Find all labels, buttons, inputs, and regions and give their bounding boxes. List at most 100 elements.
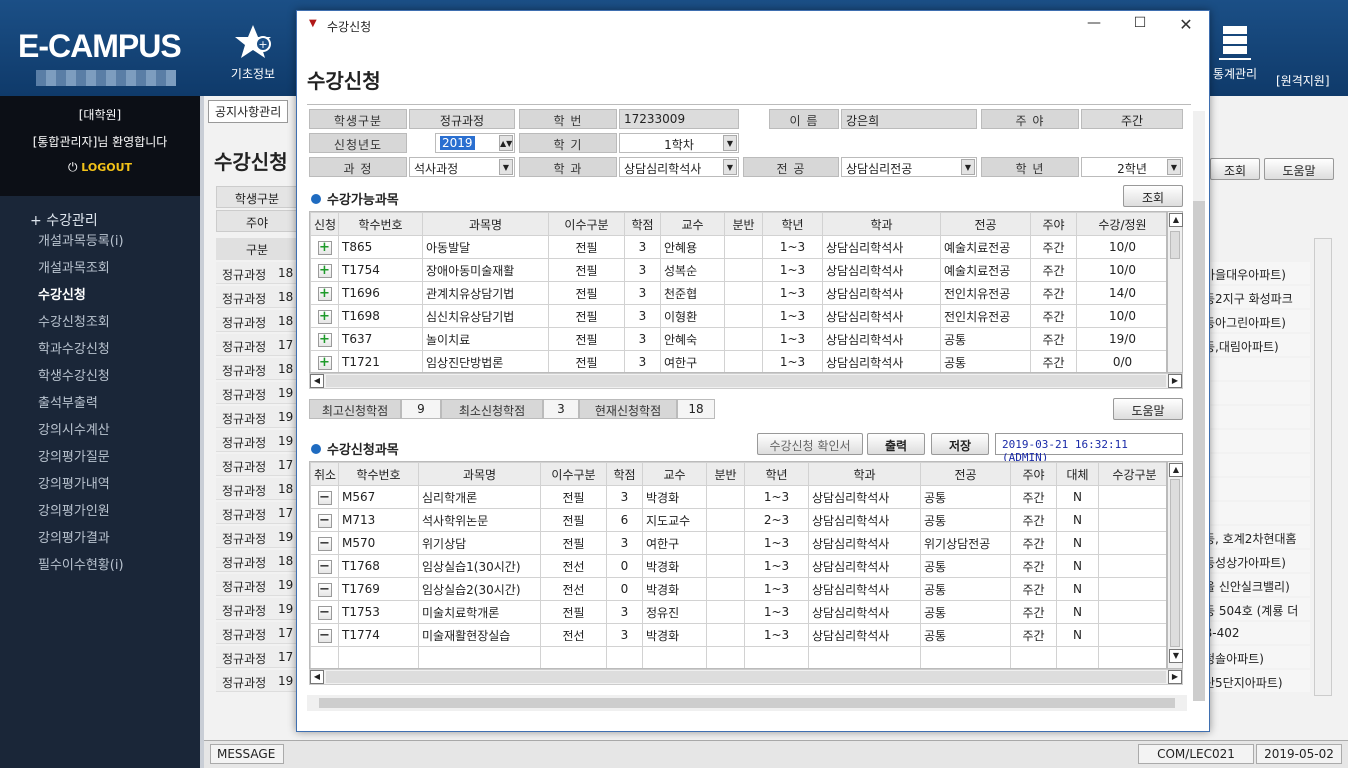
table-row[interactable]: + T1696 관계치유상담기법 전필 3 천준협 1~3 상담심리학석사 전인치유전공 주간 14… [310,281,1166,305]
dialog-hscroll[interactable] [307,695,1187,711]
add-course-icon[interactable]: + [317,286,332,301]
scroll-up-icon[interactable]: ▲ [1169,213,1183,227]
column-header[interactable]: 학년 [744,462,809,486]
column-header[interactable]: 수강구분 [1098,462,1166,486]
scroll-up-icon[interactable]: ▲ [1169,463,1183,477]
scroll-right-icon[interactable]: ▶ [1168,670,1182,684]
scroll-right-icon[interactable]: ▶ [1168,374,1182,388]
table-row[interactable]: + T1698 심신치유상담기법 전필 3 이형환 1~3 상담심리학석사 전인치유전공 주간 10… [310,304,1166,328]
column-header[interactable]: 분반 [724,212,763,236]
course-select[interactable]: 석사과정 ▼ [409,157,515,177]
major-select[interactable]: 상담심리전공 ▼ [841,157,977,177]
maximize-button[interactable]: ☐ [1117,15,1163,37]
column-header[interactable]: 주야 [1030,212,1077,236]
basic-info-nav[interactable]: + 기초정보 [226,22,280,82]
scroll-thumb[interactable] [326,375,1166,387]
column-header[interactable]: 이수구분 [548,212,625,236]
sidebar-item[interactable]: 강의평가인원 [0,500,200,519]
scroll-down-icon[interactable]: ▼ [1169,649,1183,663]
close-button[interactable]: ✕ [1163,15,1209,37]
column-header[interactable]: 이수구분 [540,462,607,486]
table-row[interactable]: + T637 놀이치료 전필 3 안혜숙 1~3 상담심리학석사 공통 주간 19/0 [310,327,1166,351]
table-row[interactable]: − M570 위기상담 전필 3 여한구 1~3 상담심리학석사 위기상담전공 주간 N [310,531,1166,555]
registered-vscroll[interactable]: ▲ ▼ [1167,461,1183,669]
help-button[interactable]: 도움말 [1113,398,1183,420]
table-row[interactable]: − M567 심리학개론 전필 3 박경화 1~3 상담심리학석사 공통 주간 N [310,485,1166,509]
scroll-thumb[interactable] [319,698,1175,708]
scroll-thumb[interactable] [326,671,1166,683]
column-header[interactable]: 전공 [920,462,1011,486]
column-header[interactable]: 교수 [660,212,725,236]
column-header[interactable]: 주야 [1010,462,1057,486]
column-header[interactable]: 학년 [762,212,823,236]
column-header[interactable]: 수강/정원 [1076,212,1166,236]
chevron-down-icon[interactable]: ▼ [1167,159,1181,175]
remove-course-icon[interactable]: − [317,559,332,574]
table-row[interactable]: − T1769 임상실습2(30시간) 전선 0 박경화 1~3 상담심리학석사 공통 주간 N [310,577,1166,601]
scroll-left-icon[interactable]: ◀ [310,374,324,388]
column-header[interactable]: 취소 [310,462,339,486]
column-header[interactable]: 학과 [808,462,921,486]
statistics-nav[interactable]: 통계관리 [1208,22,1262,82]
table-row[interactable]: − T1753 미술치료학개론 전필 3 정유진 1~3 상담심리학석사 공통 주간 N [310,600,1166,624]
chevron-down-icon[interactable]: ▼ [961,159,975,175]
year-spinner[interactable]: 2019 ▲▼ [435,133,515,153]
scroll-thumb[interactable] [1170,231,1180,259]
scroll-thumb[interactable] [1193,201,1205,701]
print-button[interactable]: 출력 [867,433,925,455]
table-row[interactable]: − M713 석사학위논문 전필 6 지도교수 2~3 상담심리학석사 공통 주간 N [310,508,1166,532]
logout-button[interactable]: ⏻ LOGOUT [0,160,200,175]
sidebar-item[interactable]: 수강신청조회 [0,311,200,330]
minimize-button[interactable]: — [1071,15,1117,37]
add-course-icon[interactable]: + [317,263,332,278]
sidebar-item[interactable]: 강의평가결과 [0,527,200,546]
sidebar-item[interactable]: 개설과목조회 [0,257,200,276]
window-titlebar[interactable]: ▼ 수강신청 — ☐ ✕ [297,11,1209,41]
confirm-button[interactable]: 수강신청 확인서 [757,433,863,455]
bg-scrollbar[interactable] [1314,238,1332,696]
chevron-down-icon[interactable]: ▼ [723,159,737,175]
spinner-arrows-icon[interactable]: ▲▼ [499,135,513,151]
sidebar-item[interactable]: 필수이수현황(i) [0,554,200,573]
column-header[interactable]: 분반 [706,462,745,486]
sidebar-item[interactable]: 강의시수계산 [0,419,200,438]
column-header[interactable]: 과목명 [422,212,549,236]
column-header[interactable]: 학과 [822,212,941,236]
column-header[interactable]: 학점 [624,212,661,236]
column-header[interactable]: 교수 [642,462,707,486]
column-header[interactable]: 전공 [940,212,1031,236]
table-row[interactable]: + T1721 임상진단방법론 전필 3 여한구 1~3 상담심리학석사 공통 주간 0/0 [310,350,1166,372]
dialog-vscroll[interactable] [1193,111,1205,701]
add-course-icon[interactable]: + [317,332,332,347]
chevron-down-icon[interactable]: ▼ [723,135,737,151]
column-header[interactable]: 대체 [1056,462,1099,486]
grade-select[interactable]: 2학년 ▼ [1081,157,1183,177]
remove-course-icon[interactable]: − [317,628,332,643]
remote-support-link[interactable]: [원격지원] [1276,72,1330,89]
table-row[interactable]: + T865 아동발달 전필 3 안혜용 1~3 상담심리학석사 예술치료전공 주간 10/0 [310,235,1166,259]
bg-help-button[interactable]: 도움말 [1264,158,1334,180]
scroll-thumb[interactable] [1170,479,1180,647]
search-button[interactable]: 조회 [1123,185,1183,207]
add-course-icon[interactable]: + [317,240,332,255]
add-course-icon[interactable]: + [317,355,332,370]
column-header[interactable]: 학수번호 [338,212,423,236]
remove-course-icon[interactable]: − [317,490,332,505]
sidebar-item[interactable]: 개설과목등록(i) [0,230,200,249]
tab-notice[interactable]: 공지사항관리 [208,100,289,123]
save-button[interactable]: 저장 [931,433,989,455]
sidebar-item[interactable]: 학과수강신청 [0,338,200,357]
table-row[interactable]: + T1754 장애아동미술재활 전필 3 성복순 1~3 상담심리학석사 예술치료전공 주간 10… [310,258,1166,282]
sidebar-item[interactable]: 출석부출력 [0,392,200,411]
dept-select[interactable]: 상담심리학석사 ▼ [619,157,739,177]
available-hscroll[interactable]: ◀ ▶ [309,373,1183,389]
sidebar-item[interactable]: 강의평가내역 [0,473,200,492]
table-row[interactable]: − T1774 미술재활현장실습 전선 3 박경화 1~3 상담심리학석사 공통 주간 N [310,623,1166,647]
sidebar-item[interactable]: 강의평가질문 [0,446,200,465]
bg-search-button[interactable]: 조회 [1210,158,1260,180]
column-header[interactable]: 학수번호 [338,462,419,486]
sidebar-item[interactable]: 수강신청 [0,284,200,303]
remove-course-icon[interactable]: − [317,605,332,620]
scroll-left-icon[interactable]: ◀ [310,670,324,684]
sidebar-item[interactable]: 학생수강신청 [0,365,200,384]
